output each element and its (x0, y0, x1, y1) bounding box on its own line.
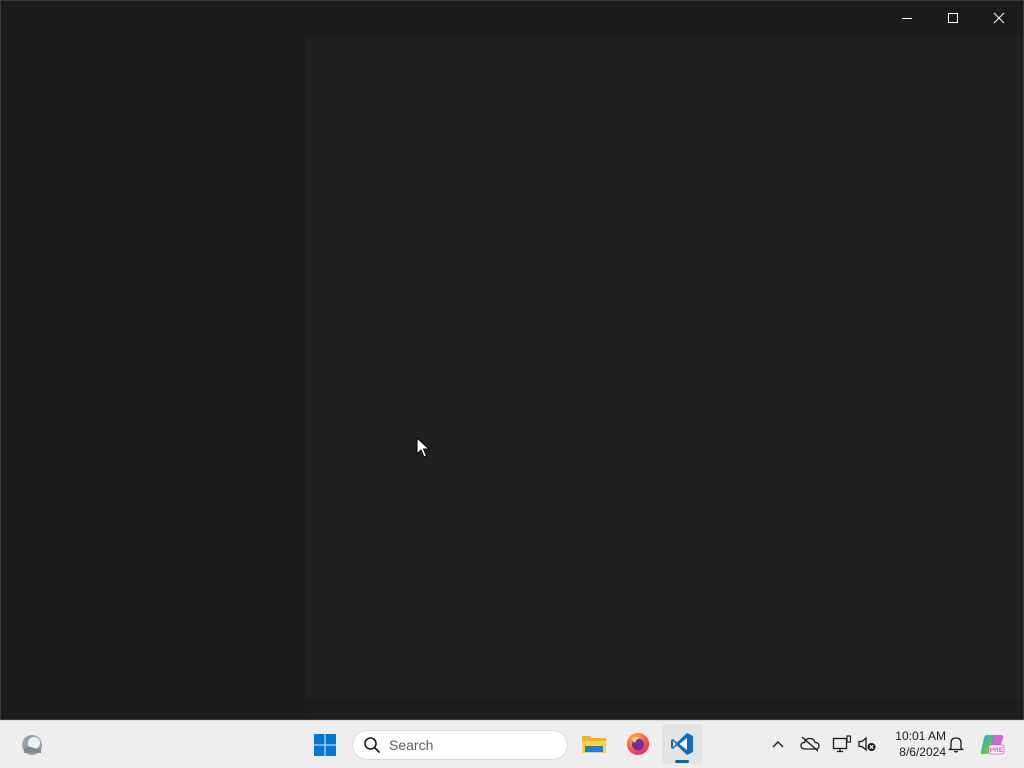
weather-icon (22, 735, 42, 755)
search-placeholder: Search (389, 737, 434, 753)
show-hidden-icons-button[interactable] (766, 732, 790, 756)
copilot-icon: PRE (980, 735, 1005, 755)
cloud-off-icon (800, 736, 820, 752)
sidebar-pane (2, 2, 304, 719)
volume-muted-icon (858, 736, 876, 752)
chevron-up-icon (772, 741, 784, 748)
taskbar-app-file-explorer[interactable] (574, 724, 614, 764)
start-button[interactable] (305, 725, 345, 765)
widgets-button[interactable] (12, 725, 52, 765)
active-app-indicator (675, 760, 689, 763)
windows-logo-icon (314, 734, 336, 756)
minimize-button[interactable] (884, 2, 930, 34)
window-caption-buttons (884, 2, 1022, 34)
firefox-icon (627, 733, 649, 755)
folder-icon (582, 736, 606, 753)
close-button[interactable] (976, 2, 1022, 34)
maximize-icon (948, 13, 958, 23)
copilot-button[interactable]: PRE (979, 732, 1005, 756)
notifications-button[interactable] (944, 732, 968, 756)
bell-icon (948, 737, 964, 753)
minimize-icon (902, 18, 912, 19)
taskbar-app-firefox[interactable] (618, 724, 658, 764)
content-footer-strip (305, 699, 1023, 719)
vscode-icon (671, 733, 693, 755)
app-window (0, 0, 1024, 720)
copilot-badge: PRE (990, 747, 1004, 754)
clock-date: 8/6/2024 (899, 745, 946, 759)
search-icon (364, 737, 380, 753)
taskbar-app-vscode[interactable] (662, 724, 702, 764)
taskbar-search-box[interactable]: Search (352, 730, 568, 760)
taskbar-clock[interactable]: 10:01 AM 8/6/2024 (884, 728, 946, 762)
volume-status[interactable] (855, 732, 879, 756)
content-pane (305, 35, 1023, 699)
network-status[interactable] (830, 732, 854, 756)
close-icon (993, 12, 1005, 24)
clock-time: 10:01 AM (895, 729, 946, 743)
onedrive-status[interactable] (798, 732, 822, 756)
maximize-button[interactable] (930, 2, 976, 34)
network-icon (832, 735, 852, 753)
